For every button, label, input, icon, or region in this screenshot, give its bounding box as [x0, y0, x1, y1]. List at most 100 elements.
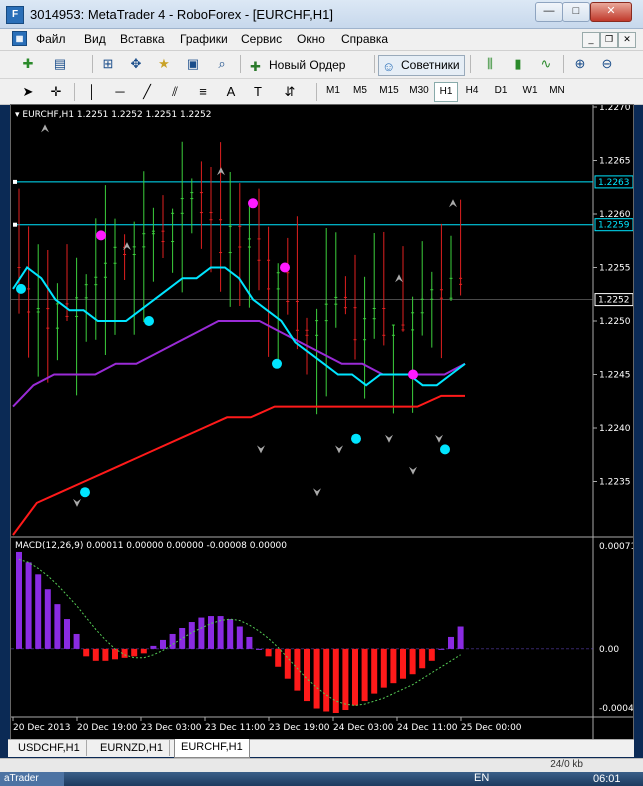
menu-insert[interactable]: Вставка	[120, 32, 165, 46]
menu-bar: ▦ Файл Вид Вставка Графики Сервис Окно С…	[0, 29, 643, 51]
price-chart[interactable]: 1.22631.22591.2252 1.22701.22651.22601.2…	[11, 105, 633, 739]
mdi-minimize-button[interactable]: _	[582, 32, 600, 48]
new-order-button[interactable]: ✚ Новый Ордер	[246, 55, 350, 76]
cyan-signal-dot	[272, 358, 282, 369]
navigator-icon[interactable]: ★	[154, 54, 174, 74]
fractal-down-arrow	[257, 445, 265, 454]
horizontal-line-label: 1.2263	[598, 178, 630, 188]
macd-histogram-bar	[409, 648, 416, 675]
current-price-label: 1.2252	[598, 296, 630, 306]
terminal-icon[interactable]: ▣	[183, 54, 203, 74]
menu-help[interactable]: Справка	[341, 32, 388, 46]
maximize-button[interactable]: □	[562, 2, 590, 22]
macd-histogram-bar	[352, 648, 358, 706]
time-axis: 20 Dec 2013 20 Dec 19:00 23 Dec 03:00 23 De…	[12, 717, 522, 733]
chart-window[interactable]: 1.2263 1.2259 1.2252 1.2270 1.2265 1.2260 1.2…	[10, 104, 634, 740]
macd-tick-label: 0.00071	[599, 542, 633, 552]
vertical-line-icon[interactable]: │	[82, 82, 102, 102]
expert-advisors-button[interactable]: ☺ Советники	[378, 55, 465, 76]
fractal-up-arrow	[41, 124, 49, 133]
cursor-icon[interactable]: ➤	[18, 82, 38, 102]
timeframe-h4[interactable]: H4	[461, 82, 483, 100]
macd-histogram-bar	[131, 648, 138, 657]
macd-histogram-bar	[294, 648, 301, 691]
fractal-down-arrow	[435, 434, 443, 443]
new-chart-icon[interactable]: ✚	[18, 54, 38, 74]
text-tool-icon[interactable]: A	[221, 82, 241, 102]
macd-histogram-bar	[25, 562, 32, 649]
magenta-signal-dot	[408, 369, 418, 380]
line-chart-icon[interactable]: ∿	[536, 54, 556, 74]
chart-grid	[11, 105, 633, 739]
macd-histogram-bar	[227, 619, 234, 649]
candlesticks-icon[interactable]: ▮	[508, 54, 528, 74]
timeframe-d1[interactable]: D1	[490, 82, 512, 100]
strategy-tester-icon[interactable]: ⌕	[212, 54, 232, 74]
market-watch-icon[interactable]: ⊞	[98, 54, 118, 74]
macd-histogram-bar	[390, 648, 397, 684]
timeframe-m5[interactable]: M5	[348, 82, 372, 100]
menu-view[interactable]: Вид	[84, 32, 106, 46]
horizontal-line-icon[interactable]: ─	[110, 82, 130, 102]
macd-histogram-bar	[304, 648, 310, 702]
language-indicator[interactable]: EN	[474, 772, 489, 784]
trendline-icon[interactable]: ╱	[137, 82, 157, 102]
mdi-close-button[interactable]: ✕	[618, 32, 636, 48]
tab-eurchf[interactable]: EURCHF,H1	[174, 739, 250, 758]
cyan-signal-dot	[351, 433, 361, 444]
timeframe-m30[interactable]: M30	[406, 82, 432, 100]
taskbar-item-metatrader[interactable]: aTrader	[0, 772, 64, 786]
timeframe-h1[interactable]: H1	[434, 82, 458, 102]
profiles-icon[interactable]: ▤	[50, 54, 70, 74]
macd-histogram-bar	[438, 648, 445, 650]
horizontal-lines: 1.2263 1.2259 1.2252	[11, 175, 633, 307]
bar-chart-icon[interactable]: ⫼	[480, 54, 500, 74]
menu-file[interactable]: Файл	[36, 32, 66, 46]
zoom-out-icon[interactable]: ⊖	[597, 54, 617, 74]
magenta-signal-dot	[96, 230, 106, 241]
price-tick-label: 1.2265	[599, 157, 631, 167]
taskbar: aTrader EN 06:01	[0, 772, 643, 786]
crosshair-icon[interactable]: ✛	[46, 82, 66, 102]
macd-histogram-bar	[342, 648, 349, 711]
ma-mid-line	[12, 320, 466, 408]
timeframe-m15[interactable]: M15	[376, 82, 402, 100]
macd-histogram-bar	[284, 648, 291, 679]
minimize-button[interactable]: —	[535, 2, 563, 22]
menu-window[interactable]: Окно	[297, 32, 325, 46]
tab-eurnzd[interactable]: EURNZD,H1	[94, 740, 170, 756]
zoom-in-icon[interactable]: ⊕	[570, 54, 590, 74]
macd-histogram-bar	[16, 551, 22, 649]
status-bar: 24/0 kb	[0, 758, 643, 773]
timeframe-m1[interactable]: M1	[322, 82, 344, 100]
chart-header: ▾ EURCHF,H1 1.2251 1.2252 1.2251 1.2252	[15, 110, 212, 120]
macd-histogram-bar	[179, 628, 186, 649]
arrows-icon[interactable]: ⇵	[280, 82, 300, 102]
timeframe-w1[interactable]: W1	[518, 82, 542, 100]
horizontal-line-label: 1.2259	[598, 221, 630, 231]
macd-histogram-bar	[160, 639, 166, 649]
standard-toolbar: ✚ ▤ ⊞ ✥ ★ ▣ ⌕ ✚ Новый Ордер ☺ Советники ⫼ …	[0, 51, 643, 79]
tab-usdchf[interactable]: USDCHF,H1	[12, 740, 87, 756]
macd-histogram-bar	[208, 616, 214, 649]
time-tick-label: 24 Dec 03:00	[333, 723, 394, 733]
clock: 06:01	[593, 773, 621, 785]
mdi-restore-button[interactable]: ❐	[600, 32, 618, 48]
magenta-signal-dot	[280, 262, 290, 273]
data-window-icon[interactable]: ✥	[126, 54, 146, 74]
menu-charts[interactable]: Графики	[180, 32, 228, 46]
timeframe-mn[interactable]: MN	[546, 82, 568, 100]
chart-window-icon[interactable]: ▦	[12, 31, 27, 46]
cyan-signal-dot	[144, 316, 154, 326]
menu-tools[interactable]: Сервис	[241, 32, 282, 46]
macd-histogram-bar	[73, 633, 80, 649]
macd-histogram-bar	[332, 648, 339, 713]
macd-histogram-bar	[188, 622, 195, 649]
macd-histogram-bar	[371, 648, 378, 694]
fibonacci-icon[interactable]: ≡	[193, 82, 213, 102]
macd-histogram-bar	[428, 648, 435, 661]
text-label-icon[interactable]: T	[248, 82, 268, 102]
ma-slow-line	[12, 394, 465, 536]
close-button[interactable]: ✕	[590, 2, 632, 22]
equidistant-channel-icon[interactable]: ⫽	[165, 82, 185, 102]
